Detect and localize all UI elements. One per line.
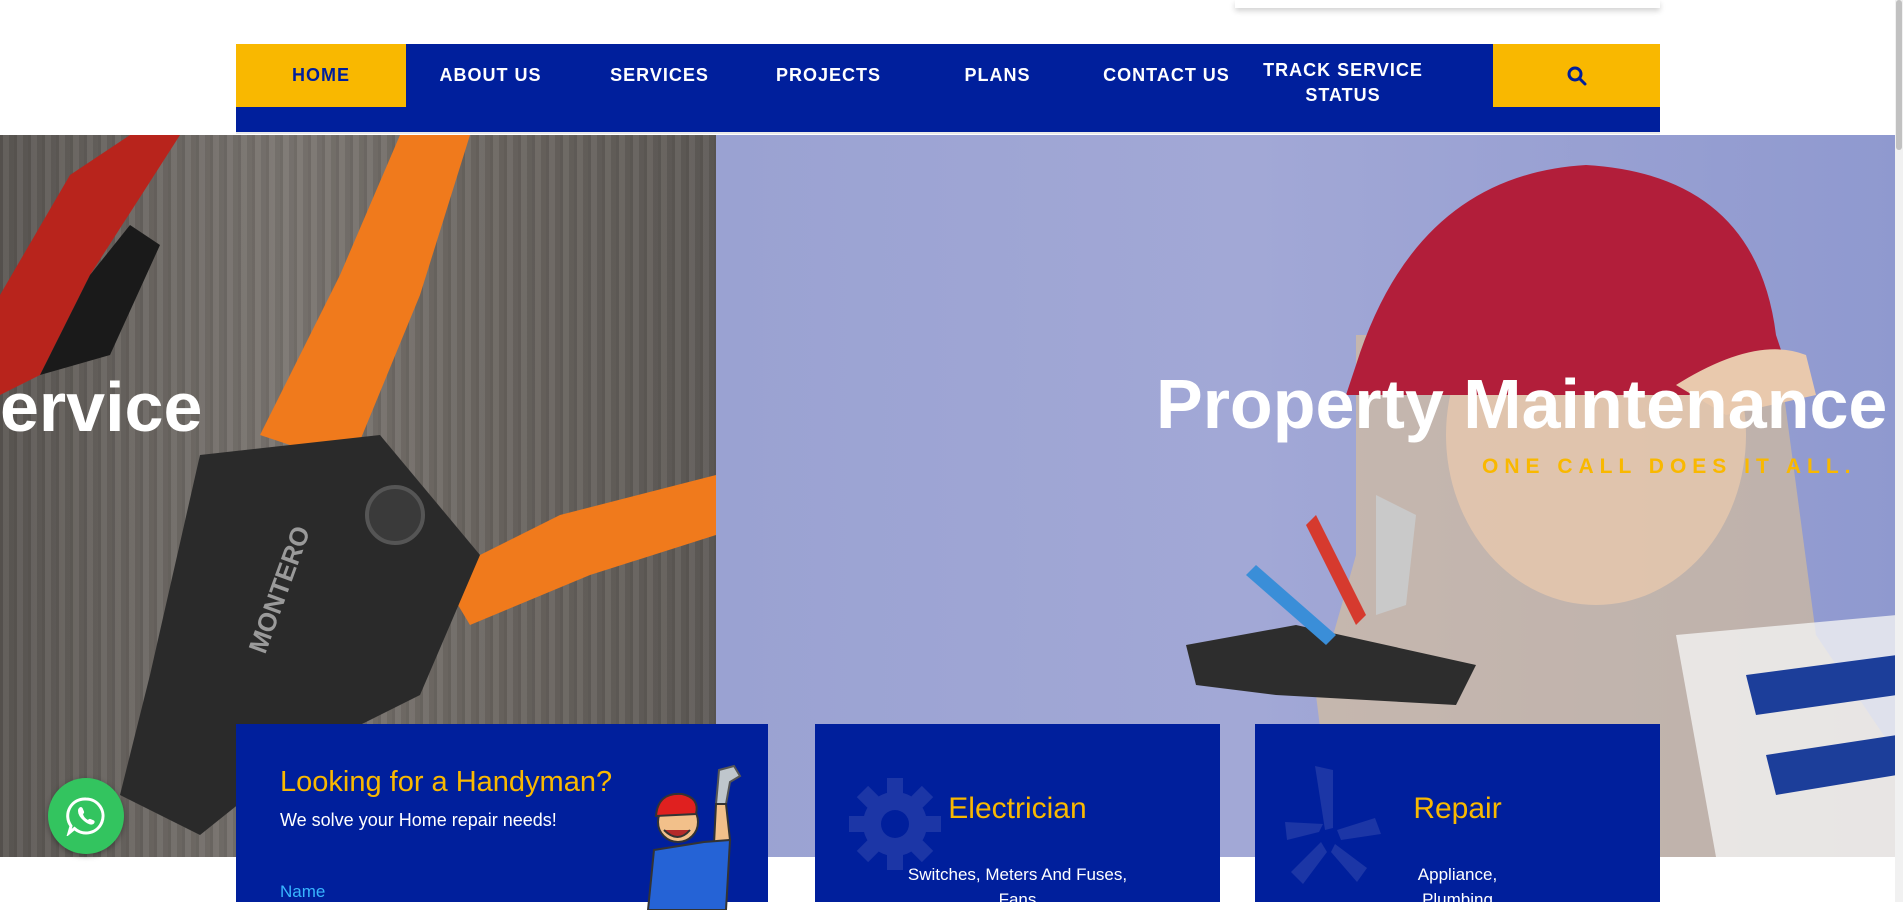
search-button[interactable] (1493, 44, 1660, 107)
previous-slide-title: ervice (0, 368, 203, 446)
service-desc-repair-line2: Plumbing (1422, 890, 1493, 902)
service-title-electrician: Electrician (948, 792, 1087, 825)
name-label: Name (280, 882, 326, 901)
nav-track-service-status[interactable]: TRACK SERVICE STATUS (1251, 58, 1435, 108)
main-navbar: HOME ABOUT US SERVICES PROJECTS PLANS CO… (236, 44, 1660, 134)
page-scrollbar[interactable] (1895, 0, 1903, 902)
nav-about-us[interactable]: ABOUT US (406, 44, 575, 107)
floating-panel (1235, 0, 1660, 8)
handyman-mascot-image (646, 764, 742, 910)
service-desc-repair-line1: Appliance, (1417, 865, 1498, 884)
handyman-form-card: Looking for a Handyman? We solve your Ho… (236, 724, 768, 910)
service-desc-electrician-line1: Switches, Meters And Fuses, (907, 865, 1128, 884)
hero-title: Property Maintenance (1156, 365, 1888, 443)
handyman-heading: Looking for a Handyman? (280, 766, 613, 798)
scrollbar-thumb[interactable] (1896, 0, 1902, 150)
nav-services[interactable]: SERVICES (575, 44, 744, 107)
whatsapp-chat-button[interactable] (48, 778, 124, 854)
hero-subtitle: ONE CALL DOES IT ALL. (1482, 455, 1857, 478)
service-card-electrician[interactable]: Electrician Switches, Meters And Fuses, … (815, 724, 1220, 902)
service-title-repair: Repair (1413, 792, 1502, 825)
nav-home[interactable]: HOME (236, 44, 406, 107)
search-icon (1567, 66, 1586, 85)
nav-plans[interactable]: PLANS (913, 44, 1082, 107)
whatsapp-icon (66, 797, 105, 836)
handyman-subheading: We solve your Home repair needs! (280, 810, 557, 830)
nav-projects[interactable]: PROJECTS (744, 44, 913, 107)
service-card-repair[interactable]: Repair Appliance, Plumbing (1255, 724, 1660, 902)
service-desc-electrician-line2: Fans (998, 890, 1037, 902)
nav-contact-us[interactable]: CONTACT US (1082, 44, 1251, 107)
